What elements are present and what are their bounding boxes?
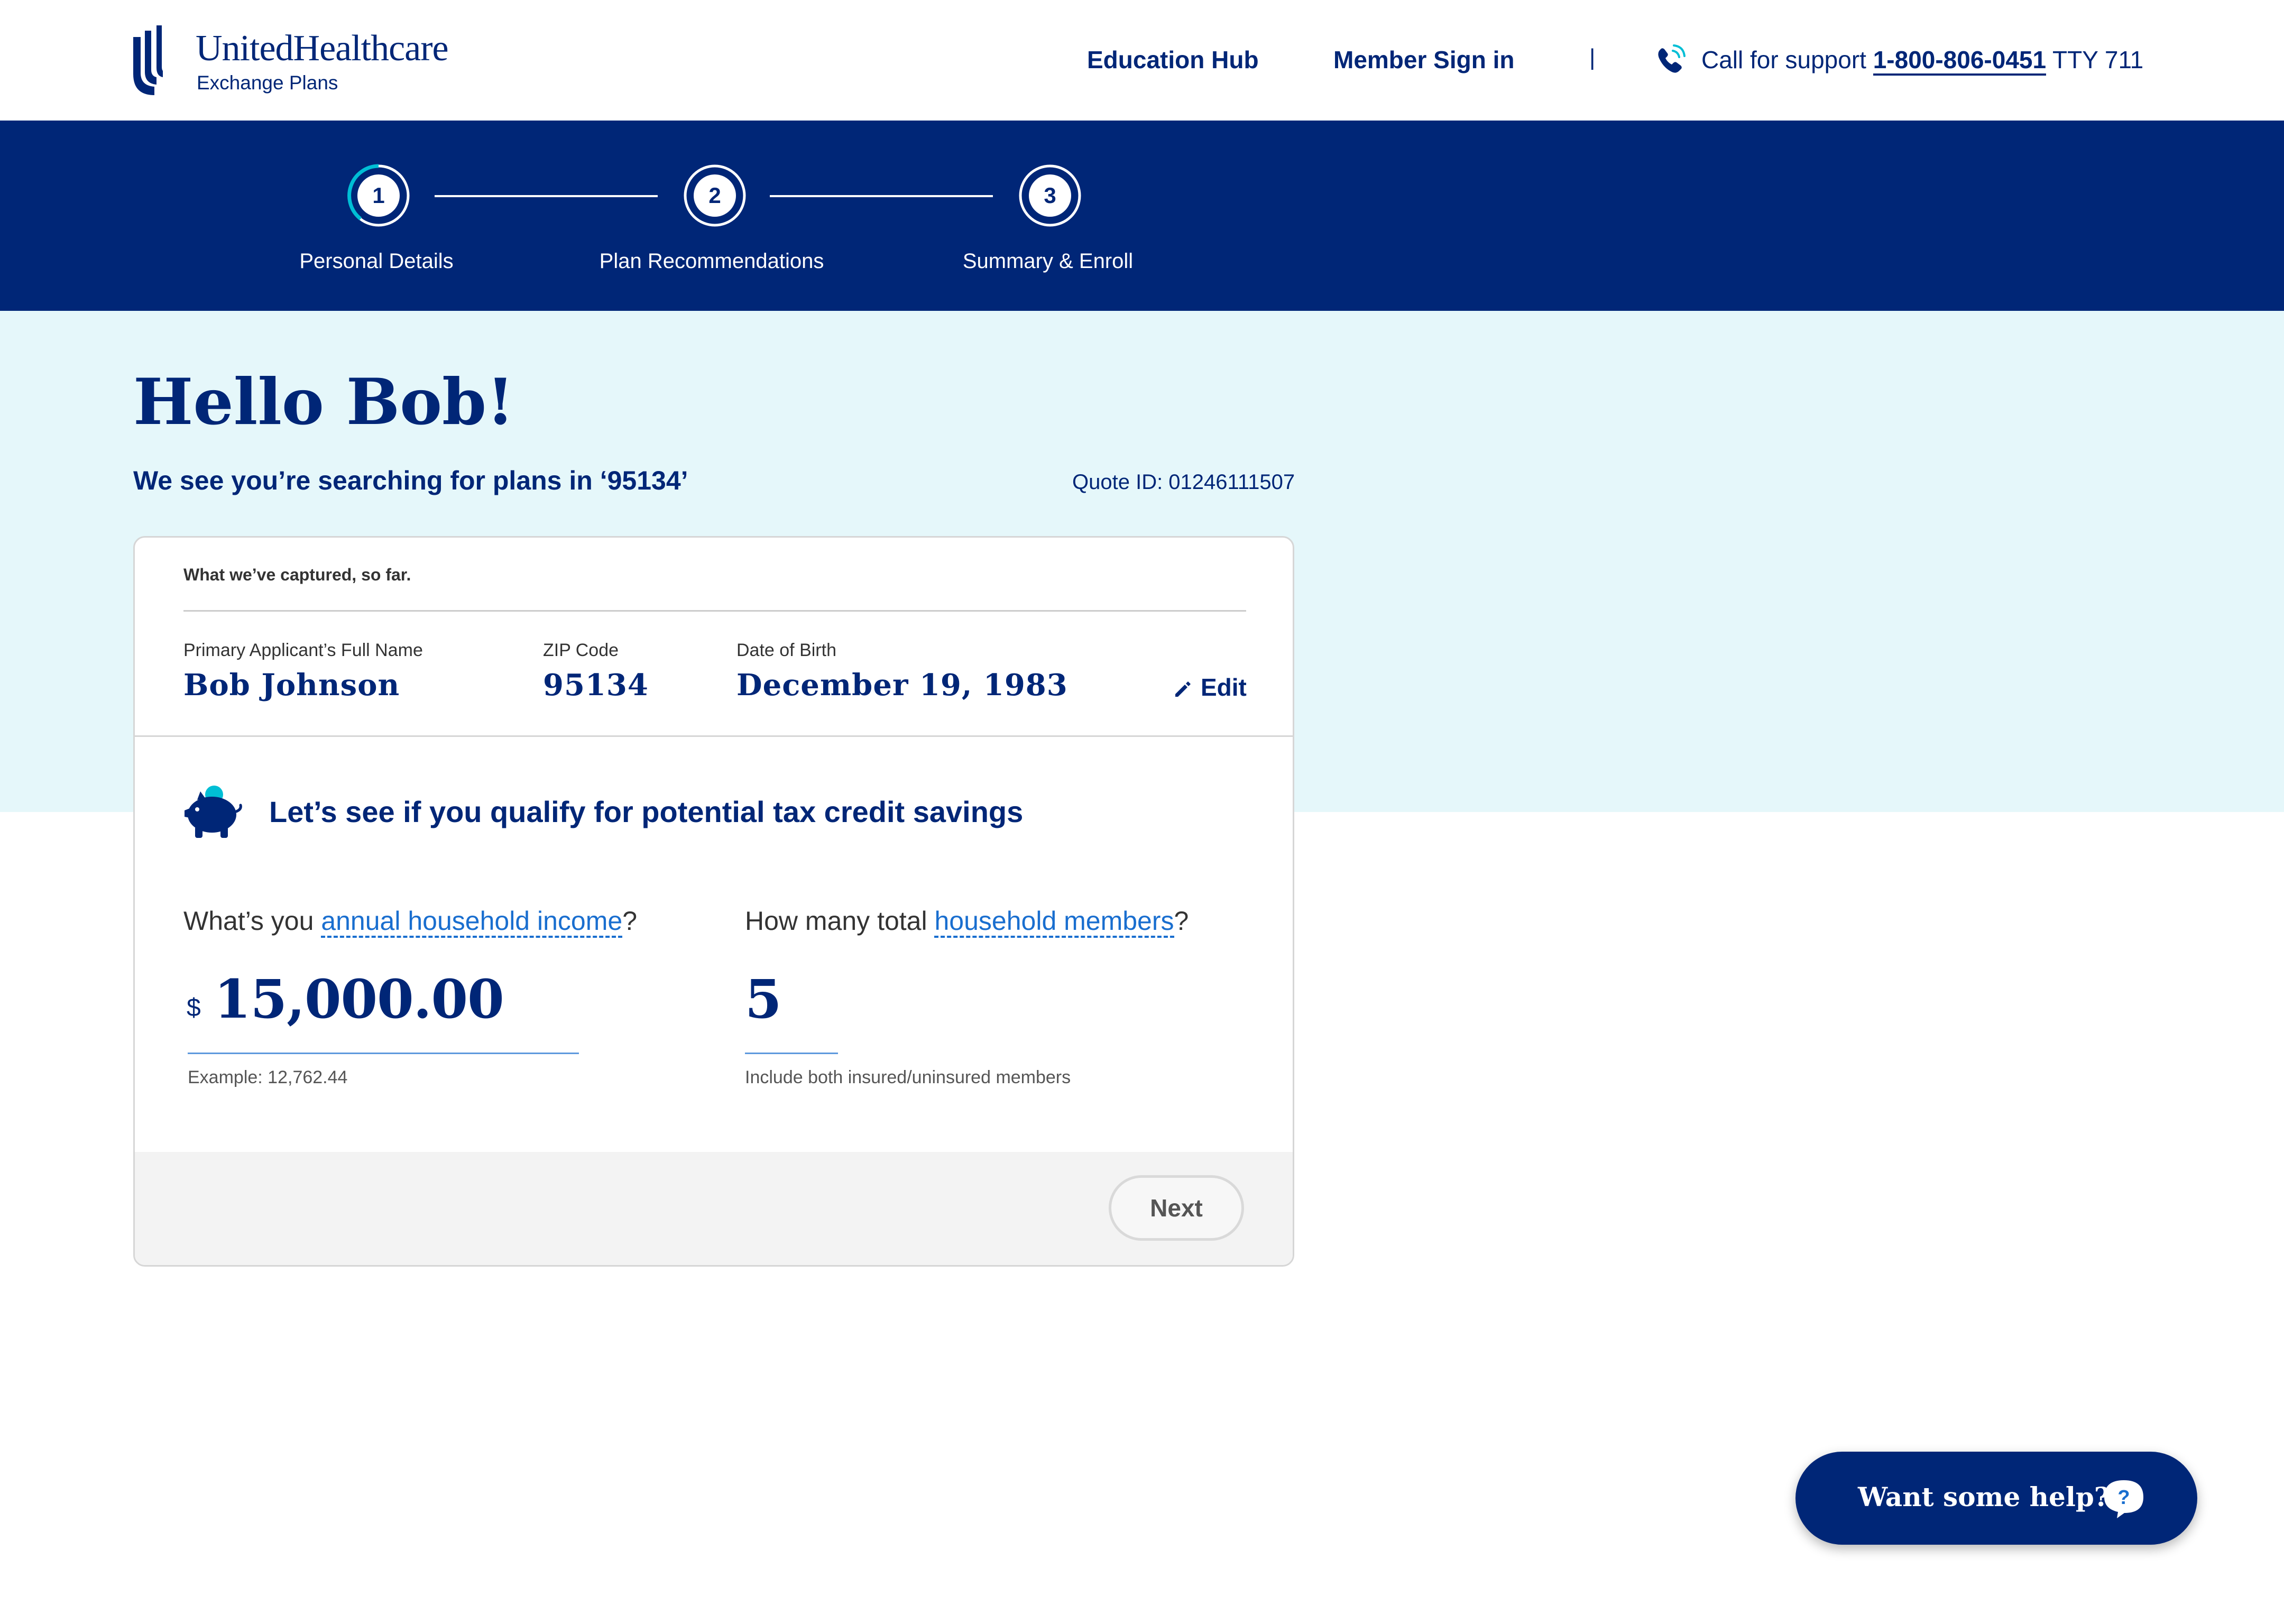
- income-hint: Example: 12,762.44: [188, 1067, 348, 1087]
- uhc-logo-icon: [133, 25, 163, 95]
- step-1: 1: [346, 163, 411, 228]
- phone-icon: [1658, 44, 1686, 73]
- search-location-text: We see you’re searching for plans in ‘95…: [133, 466, 688, 495]
- nav-education-hub[interactable]: Education Hub: [1087, 45, 1259, 74]
- step-3-label: Summary & Enroll: [962, 250, 1134, 273]
- income-input-underline: [188, 1053, 579, 1054]
- step-3-number: 3: [1029, 174, 1071, 217]
- members-input[interactable]: 5: [745, 968, 782, 1030]
- full-name-label: Primary Applicant’s Full Name: [183, 640, 423, 660]
- nav-separator: |: [1589, 44, 1596, 70]
- income-question-prefix: What’s you: [183, 906, 321, 936]
- step-connector-2: [770, 195, 993, 197]
- support-prefix: Call for support: [1701, 46, 1866, 73]
- step-2-label: Plan Recommendations: [599, 250, 824, 273]
- support-phone-link[interactable]: 1-800-806-0451: [1873, 46, 2047, 76]
- site-header: UnitedHealthcare Exchange Plans Educatio…: [0, 0, 2284, 121]
- help-label: Want some help?: [1858, 1481, 2110, 1512]
- income-definition-link[interactable]: annual household income: [321, 906, 623, 938]
- members-question-prefix: How many total: [745, 906, 935, 936]
- captured-divider: [183, 610, 1246, 612]
- application-card: What we’ve captured, so far. Primary App…: [133, 536, 1294, 1267]
- next-button[interactable]: Next: [1109, 1175, 1244, 1241]
- uhc-logo[interactable]: UnitedHealthcare Exchange Plans: [133, 25, 503, 99]
- zip-code-label: ZIP Code: [543, 640, 619, 660]
- edit-label: Edit: [1201, 673, 1247, 701]
- piggy-bank-icon: [185, 786, 242, 838]
- step-2: 2: [682, 163, 748, 228]
- nav-member-sign-in[interactable]: Member Sign in: [1333, 45, 1514, 74]
- income-input[interactable]: 15,000.00: [214, 968, 504, 1030]
- captured-heading: What we’ve captured, so far.: [183, 565, 411, 584]
- card-section-divider: [135, 735, 1293, 737]
- step-connector-1: [435, 195, 658, 197]
- edit-pencil-icon: [1175, 681, 1191, 697]
- members-input-underline: [745, 1053, 838, 1054]
- currency-symbol: $: [187, 994, 201, 1022]
- step-3: 3: [1017, 163, 1083, 228]
- dob-value: December 19, 1983: [736, 668, 1068, 703]
- step-1-label: Personal Details: [299, 250, 454, 273]
- step-2-number: 2: [694, 174, 736, 217]
- members-question: How many total household members?: [745, 906, 1189, 938]
- members-question-suffix: ?: [1174, 906, 1189, 936]
- brand-subtitle: Exchange Plans: [197, 72, 338, 94]
- support-tty: TTY 711: [2052, 46, 2144, 73]
- zip-code-value: 95134: [543, 668, 649, 703]
- quote-id: Quote ID: 01246111507: [1072, 470, 1295, 494]
- members-definition-link[interactable]: household members: [934, 906, 1174, 938]
- step-1-number: 1: [357, 174, 400, 217]
- help-chat-icon: ?: [2104, 1480, 2143, 1518]
- brand-title: UnitedHealthcare: [196, 28, 449, 69]
- svg-text:?: ?: [2117, 1487, 2130, 1509]
- members-hint: Include both insured/uninsured members: [745, 1067, 1071, 1087]
- progress-stepper: 1 2 3 Personal Details Plan Recommendati…: [0, 121, 2284, 311]
- income-question-suffix: ?: [622, 906, 637, 936]
- full-name-value: Bob Johnson: [183, 668, 400, 703]
- help-chat-button[interactable]: Want some help? ?: [1795, 1452, 2197, 1545]
- income-question: What’s you annual household income?: [183, 906, 637, 938]
- dob-label: Date of Birth: [736, 640, 836, 660]
- support-text: Call for support 1-800-806-0451 TTY 711: [1701, 45, 2144, 76]
- page-title: Hello Bob!: [133, 365, 514, 439]
- tax-credit-heading: Let’s see if you qualify for potential t…: [269, 795, 1024, 828]
